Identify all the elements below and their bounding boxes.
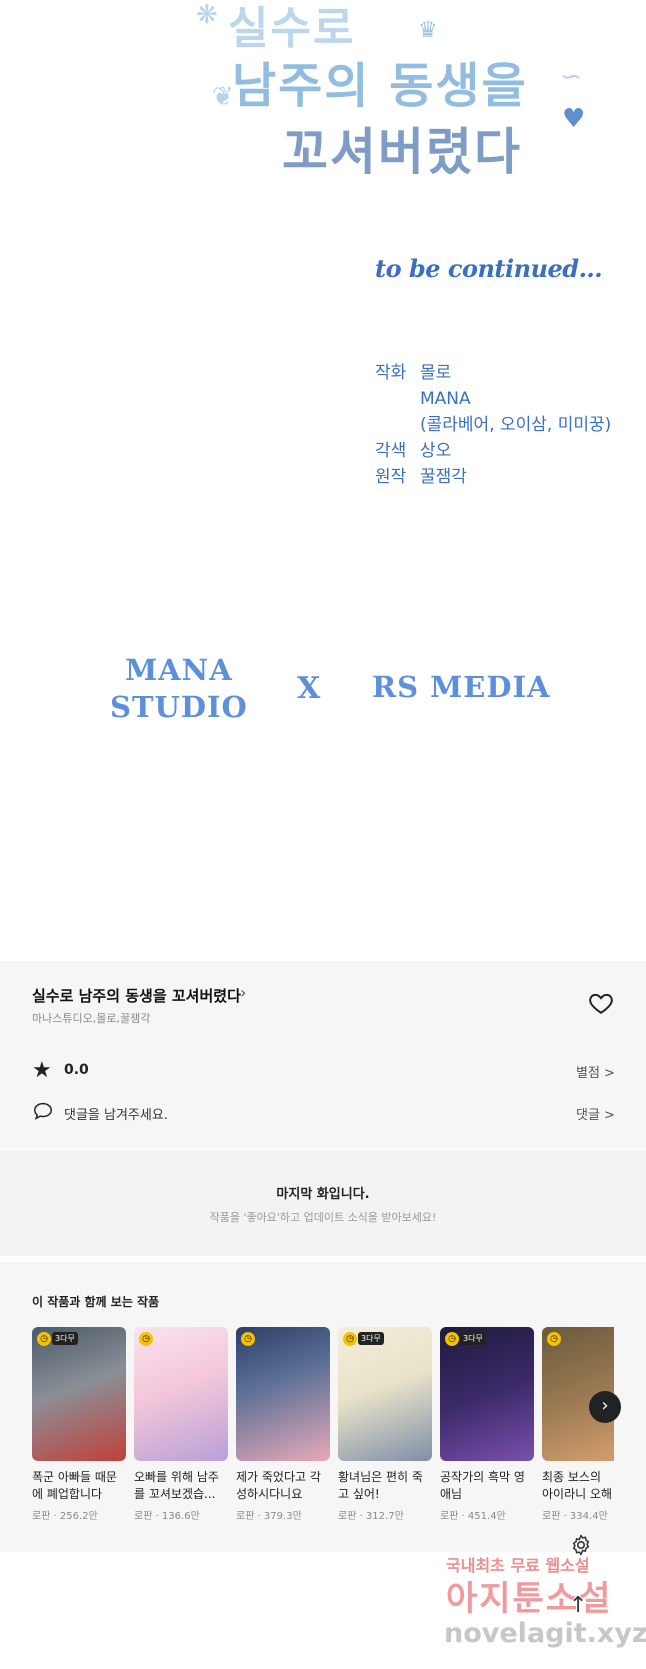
card-meta: 로판 · 334.4만 [542,1511,608,1522]
clock-icon: ◷ [241,1332,255,1346]
scroll-top-icon[interactable]: ↑ [569,1593,587,1618]
carousel-next-button[interactable]: › [589,1391,621,1423]
clock-icon: ◷ [343,1332,357,1346]
card-title[interactable]: 최종 보스의 아이라니 오해입 [542,1469,614,1503]
card-meta: 로판 · 379.3만 [236,1511,302,1522]
studio-left-line1: MANA [125,653,233,687]
star-icon: ★ [32,1058,52,1083]
watermark-url: novelagit.xyz [444,1618,646,1649]
clock-icon: ◷ [445,1332,459,1346]
card-title[interactable]: 황녀님은 편히 죽고 싶어! [338,1469,432,1503]
cover-image[interactable]: ◷ [134,1327,228,1461]
credit-name: 꿀잼각 [420,467,467,487]
credit-row: 각색 상오 [375,438,611,464]
card-meta: 로판 · 256.2만 [32,1511,98,1522]
work-authors: 마나스튜디오,몰로,꿀잼각 [32,1012,151,1025]
recommend-card[interactable]: ◷ 3다무 황녀님은 편히 죽고 싶어! 로판 · 312.7만 [338,1327,432,1522]
card-title[interactable]: 오빠를 위해 남주를 꼬셔보겠습... [134,1469,228,1503]
subscribe-message: 작품을 '좋아요'하고 업데이트 소식을 받아보세요! [209,1211,437,1224]
credit-row: 원작 꿀잼각 [375,464,611,490]
comic-end-panel: ♛ ❋ ❦ ∽ 실수로 남주의 동생을 꼬셔버렸다 ♥ to be contin… [0,0,646,962]
credit-name: 상오 [420,441,452,461]
studio-left-line2: STUDIO [110,690,248,724]
comic-logo-line3: 꼬셔버렸다 [282,122,522,181]
speech-bubble-icon [34,1102,52,1120]
recommend-card[interactable]: ◷ 제가 죽었다고 각성하시다니요 로판 · 379.3만 [236,1327,330,1522]
watermark-brand: 아지툰소설 [446,1579,613,1619]
rate-link[interactable]: 별점 > [576,1062,615,1081]
recommend-card[interactable]: ◷ 3다무 폭군 아빠들 때문에 폐업합니다 로판 · 256.2만 [32,1327,126,1522]
comment-link[interactable]: 댓글 > [576,1104,615,1123]
recommend-heading: 이 작품과 함께 보는 작품 [32,1295,160,1309]
card-title[interactable]: 공작가의 흑막 영애님 [440,1469,534,1503]
clock-icon: ◷ [37,1332,51,1346]
heart-icon[interactable] [588,990,614,1016]
credit-name: MANA [420,389,471,409]
comic-logo-line2: 남주의 동생을 [232,58,528,114]
studio-logo-left: MANA STUDIO [110,652,248,726]
cover-image[interactable]: ◷ 3다무 [338,1327,432,1461]
free-badge: 3다무 [460,1332,486,1345]
heart-ornament: ♥ [562,104,586,134]
credit-role: 작화 [375,363,407,383]
card-meta: 로판 · 451.4만 [440,1511,506,1522]
credit-row: 작화 몰로 [375,360,611,386]
work-title-link[interactable]: 실수로 남주의 동생을 꼬셔버렸다 [32,985,241,1006]
rating-value: 0.0 [64,1062,89,1078]
flourish-ornament: ❦ [212,82,234,112]
recommend-card[interactable]: ◷ 오빠를 위해 남주를 꼬셔보겠습... 로판 · 136.6만 [134,1327,228,1522]
studio-collab-x: X [297,671,321,706]
studio-logo-right: RS MEDIA [372,670,551,704]
recommend-card[interactable]: ◷ 3다무 공작가의 흑막 영애님 로판 · 451.4만 [440,1327,534,1522]
card-meta: 로판 · 136.6만 [134,1511,200,1522]
credit-name: (콜라베어, 오이삼, 미미꿍) [420,415,612,435]
free-badge: 3다무 [52,1332,78,1345]
to-be-continued: to be continued... [375,254,603,283]
recommend-card[interactable]: ◷ 최종 보스의 아이라니 오해입 로판 · 334.4만 [542,1327,614,1522]
chevron-right-icon[interactable]: › [240,983,246,1002]
card-meta: 로판 · 312.7만 [338,1511,404,1522]
credit-role: 원작 [375,467,407,487]
flourish-ornament: ∽ [560,62,582,92]
last-episode-panel [0,1150,646,1256]
clock-icon: ◷ [139,1332,153,1346]
clock-icon: ◷ [547,1332,561,1346]
card-title[interactable]: 제가 죽었다고 각성하시다니요 [236,1469,330,1503]
cover-image[interactable]: ◷ 3다무 [32,1327,126,1461]
cover-image[interactable]: ◷ [236,1327,330,1461]
credit-role: 각색 [375,441,407,461]
credit-row: MANA [375,386,611,412]
free-badge: 3다무 [358,1332,384,1345]
crown-ornament: ♛ [418,18,438,43]
cover-image[interactable]: ◷ 3다무 [440,1327,534,1461]
comment-prompt[interactable]: 댓글을 남겨주세요. [64,1104,168,1123]
snowflake-ornament: ❋ [196,0,218,30]
card-title[interactable]: 폭군 아빠들 때문에 폐업합니다 [32,1469,126,1503]
last-episode-title: 마지막 화입니다. [276,1187,370,1202]
credits-block: 작화 몰로 MANA (콜라베어, 오이삼, 미미꿍) 각색 상오 원작 꿀잼각 [375,360,611,490]
credit-name: 몰로 [420,363,452,383]
credit-row: (콜라베어, 오이삼, 미미꿍) [375,412,611,438]
